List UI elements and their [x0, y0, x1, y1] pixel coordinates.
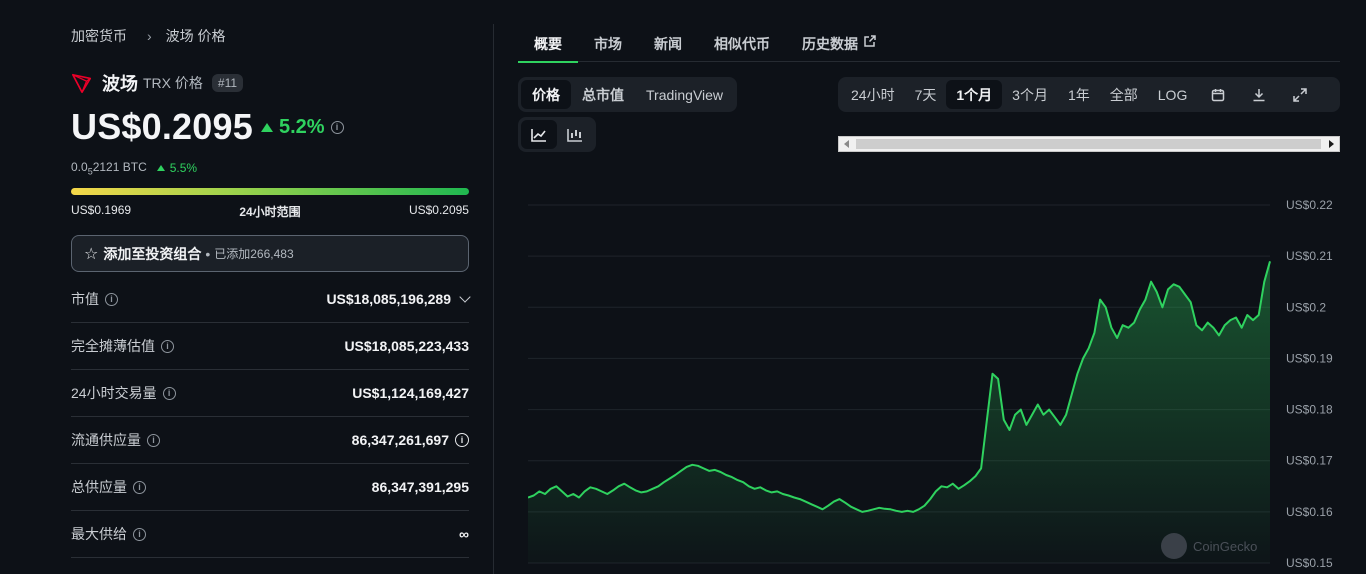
- stat-circulating-supply: 流通供应量 i 86,347,261,697 i: [71, 417, 469, 464]
- current-price: US$0.2095: [71, 106, 253, 147]
- range-24h-bar: [71, 188, 469, 195]
- breadcrumb-current: 波场 价格: [165, 28, 226, 44]
- stat-fdv: 完全摊薄估值 i US$18,085,223,433: [71, 323, 469, 370]
- scroll-right-icon[interactable]: [1329, 140, 1334, 148]
- range-7d[interactable]: 7天: [905, 80, 947, 109]
- range-low: US$0.1969: [71, 203, 132, 217]
- chart-tab-tradingview[interactable]: TradingView: [635, 80, 734, 109]
- info-icon[interactable]: i: [147, 433, 160, 447]
- scrollbar-thumb[interactable]: [856, 139, 1321, 149]
- y-tick-label: US$0.16: [1286, 505, 1333, 519]
- caret-up-icon: [156, 165, 165, 172]
- y-tick-label: US$0.19: [1286, 351, 1333, 365]
- y-tick-label: US$0.17: [1286, 454, 1333, 468]
- line-chart-button[interactable]: [521, 120, 557, 149]
- main-tabs: 概要 市场 新闻 相似代币 历史数据: [518, 26, 1340, 63]
- breadcrumb-root-link[interactable]: 加密货币: [71, 26, 127, 46]
- add-to-portfolio-label: 添加至投资组合: [103, 245, 202, 262]
- coin-info-panel: 加密货币 › 波场 价格 波场 TRX 价格 #11 US$0.2095 5.2…: [71, 0, 471, 574]
- caret-up-icon: [260, 122, 273, 132]
- info-icon[interactable]: i: [105, 292, 118, 306]
- coin-symbol-label: TRX 价格: [143, 75, 203, 91]
- info-icon[interactable]: i: [133, 480, 146, 494]
- info-icon[interactable]: i: [455, 433, 469, 447]
- chevron-right-icon: ›: [147, 28, 152, 44]
- y-tick-label: US$0.21: [1286, 249, 1333, 263]
- info-icon[interactable]: i: [133, 527, 146, 541]
- range-label: 24小时范围: [239, 205, 301, 219]
- coin-name: 波场: [102, 74, 138, 94]
- page: 加密货币 › 波场 价格 波场 TRX 价格 #11 US$0.2095 5.2…: [0, 0, 1366, 574]
- panel-divider: [493, 24, 494, 574]
- chevron-down-icon: [459, 291, 471, 303]
- range-1m[interactable]: 1个月: [946, 80, 1003, 109]
- chart-tab-price[interactable]: 价格: [521, 80, 571, 109]
- coin-header: 波场 TRX 价格 #11: [71, 71, 244, 95]
- tab-similar-coins[interactable]: 相似代币: [698, 26, 786, 62]
- rank-badge: #11: [211, 74, 244, 92]
- info-icon[interactable]: i: [162, 386, 176, 400]
- y-tick-label: US$0.18: [1286, 403, 1333, 417]
- calendar-icon: [1211, 88, 1225, 101]
- price-change-value: 5.2%: [278, 115, 325, 138]
- range-1y[interactable]: 1年: [1058, 80, 1100, 109]
- y-tick-label: US$0.22: [1286, 198, 1333, 212]
- tab-historical-data[interactable]: 历史数据: [786, 26, 893, 62]
- info-icon[interactable]: i: [161, 339, 174, 353]
- market-cap-dropdown[interactable]: US$18,085,196,289: [326, 291, 471, 307]
- add-to-portfolio-button[interactable]: ☆ 添加至投资组合 • 已添加266,483: [71, 235, 469, 272]
- range-24h-labels: US$0.1969 24小时范围 US$0.2095: [71, 203, 469, 220]
- stat-max-supply: 最大供给 i ∞: [71, 511, 469, 558]
- tab-markets[interactable]: 市场: [578, 26, 638, 62]
- range-log[interactable]: LOG: [1148, 80, 1198, 109]
- download-icon: [1253, 88, 1265, 101]
- info-icon[interactable]: i: [330, 120, 344, 134]
- stats-table: 市值 i US$18,085,196,289 完全摊薄估值 i US$18,085,…: [71, 276, 471, 558]
- btc-price-change: 5.5%: [156, 161, 197, 175]
- fullscreen-button[interactable]: [1279, 80, 1320, 109]
- range-3m[interactable]: 3个月: [1002, 80, 1058, 109]
- chart-type-tabs: 价格 总市值 TradingView: [518, 77, 738, 112]
- stat-volume-24h: 24小时交易量 i US$1,124,169,427: [71, 370, 469, 417]
- range-all[interactable]: 全部: [1100, 80, 1148, 109]
- range-24h[interactable]: 24小时: [841, 80, 905, 109]
- stat-market-cap: 市值 i US$18,085,196,289: [71, 276, 471, 323]
- chart-style-toggle: [518, 117, 596, 152]
- price-change-24h: 5.2%: [260, 115, 325, 139]
- scroll-left-icon[interactable]: [844, 140, 849, 148]
- coingecko-watermark: CoinGecko: [1161, 533, 1257, 559]
- tron-logo-icon: [71, 72, 93, 94]
- btc-price: 0.052121 BTC: [71, 160, 147, 177]
- range-high: US$0.2095: [408, 203, 469, 217]
- download-button[interactable]: [1238, 80, 1279, 109]
- price-row: US$0.2095 5.2% i: [71, 106, 344, 148]
- tab-overview[interactable]: 概要: [518, 26, 578, 63]
- portfolio-added-count: 已添加266,483: [214, 247, 294, 261]
- tab-news[interactable]: 新闻: [638, 26, 698, 62]
- chart-tab-market-cap[interactable]: 总市值: [571, 80, 635, 109]
- coingecko-logo-icon: [1161, 533, 1187, 559]
- external-link-icon: [863, 34, 877, 51]
- time-range-selector: 24小时 7天 1个月 3个月 1年 全部 LOG: [838, 77, 1340, 112]
- btc-price-row: 0.052121 BTC 5.5%: [71, 160, 197, 176]
- line-chart-icon: [531, 128, 546, 142]
- calendar-button[interactable]: [1197, 80, 1238, 109]
- price-chart: US$0.22 US$0.21 US$0.2 US$0.19 US$0.18 US$0.1…: [527, 180, 1348, 574]
- star-icon: ☆: [84, 245, 99, 263]
- y-tick-label: US$0.2: [1286, 300, 1326, 314]
- y-tick-label: US$0.15: [1286, 556, 1333, 570]
- candlestick-icon: [567, 128, 582, 142]
- expand-icon: [1293, 87, 1307, 102]
- breadcrumb: 加密货币 › 波场 价格: [71, 26, 226, 46]
- price-area-fill: [528, 261, 1270, 563]
- price-chart-svg: US$0.22 US$0.21 US$0.2 US$0.19 US$0.18 US$0.1…: [527, 198, 1333, 570]
- stat-total-supply: 总供应量 i 86,347,391,295: [71, 464, 469, 511]
- chart-range-scrollbar[interactable]: [838, 136, 1340, 152]
- candlestick-chart-button[interactable]: [557, 120, 593, 149]
